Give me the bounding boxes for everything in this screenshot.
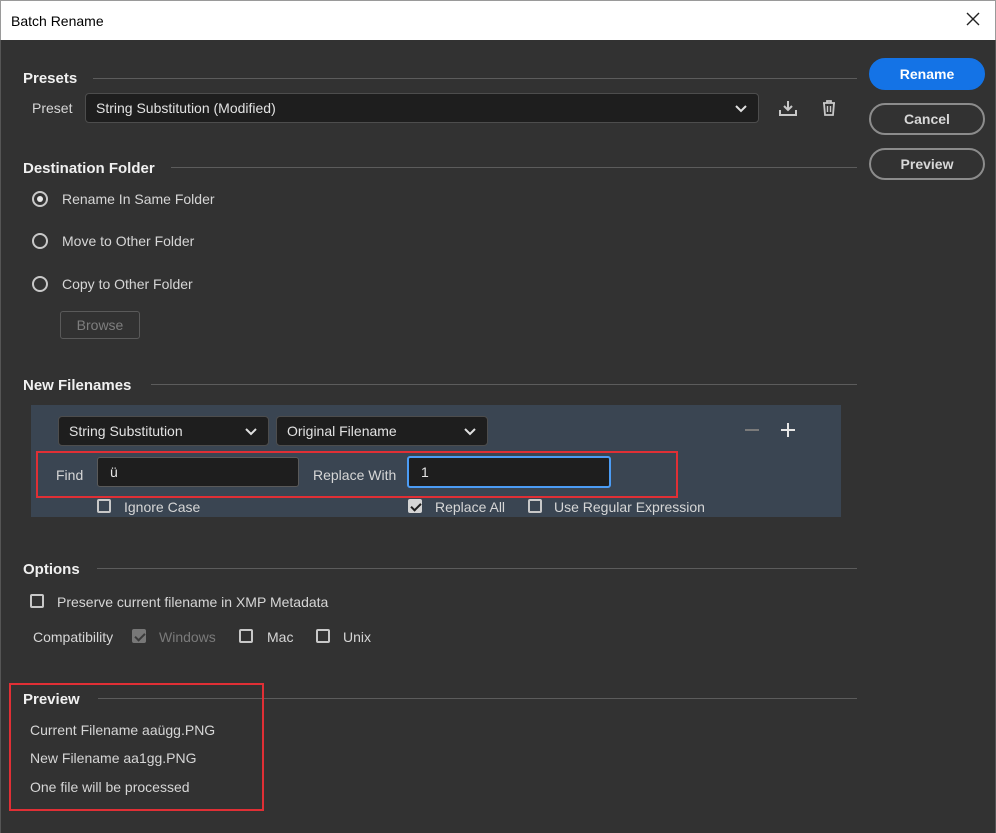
chevron-down-icon bbox=[735, 105, 747, 113]
windows-label: Windows bbox=[159, 629, 216, 645]
regex-label: Use Regular Expression bbox=[554, 499, 705, 515]
preset-select-value: String Substitution (Modified) bbox=[96, 100, 276, 116]
preset-label: Preset bbox=[32, 100, 73, 116]
radio-copy-other-folder[interactable] bbox=[32, 276, 48, 292]
replace-all-label: Replace All bbox=[435, 499, 506, 515]
source-select[interactable]: Original Filename bbox=[276, 416, 488, 446]
ignore-case-label: Ignore Case bbox=[124, 499, 201, 515]
chevron-down-icon bbox=[464, 428, 476, 436]
dialog-body: Rename Cancel Preview Presets Preset Str… bbox=[0, 40, 996, 833]
chevron-down-icon bbox=[245, 428, 257, 436]
presets-heading: Presets bbox=[23, 70, 78, 87]
browse-button[interactable]: Browse bbox=[60, 311, 140, 339]
radio-move-other-folder[interactable] bbox=[32, 233, 48, 249]
source-value: Original Filename bbox=[287, 423, 397, 439]
save-preset-icon[interactable] bbox=[778, 98, 798, 118]
rename-type-select[interactable]: String Substitution bbox=[58, 416, 269, 446]
find-replace-highlight bbox=[36, 451, 678, 498]
cancel-button[interactable]: Cancel bbox=[869, 103, 985, 135]
unix-label: Unix bbox=[343, 629, 372, 645]
mac-label: Mac bbox=[267, 629, 294, 645]
mac-checkbox[interactable] bbox=[239, 629, 253, 643]
preset-select[interactable]: String Substitution (Modified) bbox=[85, 93, 759, 123]
windows-checkbox bbox=[132, 629, 146, 643]
rename-same-folder-label: Rename In Same Folder bbox=[62, 191, 215, 207]
new-filenames-heading: New Filenames bbox=[23, 377, 132, 394]
unix-checkbox[interactable] bbox=[316, 629, 330, 643]
plus-icon[interactable] bbox=[778, 420, 798, 440]
rename-button[interactable]: Rename bbox=[869, 58, 985, 90]
copy-other-folder-label: Copy to Other Folder bbox=[62, 276, 193, 292]
ignore-case-checkbox[interactable] bbox=[97, 499, 111, 513]
destination-heading: Destination Folder bbox=[23, 160, 155, 177]
close-icon[interactable] bbox=[965, 11, 981, 27]
preserve-filename-label: Preserve current filename in XMP Metadat… bbox=[57, 594, 329, 610]
regex-checkbox[interactable] bbox=[528, 499, 542, 513]
minus-icon[interactable] bbox=[742, 420, 762, 440]
preview-button[interactable]: Preview bbox=[869, 148, 985, 180]
options-heading: Options bbox=[23, 561, 80, 578]
new-filenames-divider bbox=[151, 384, 857, 385]
preview-highlight bbox=[9, 683, 264, 811]
window-title: Batch Rename bbox=[11, 13, 104, 29]
trash-icon[interactable] bbox=[819, 98, 839, 118]
title-bar: Batch Rename bbox=[0, 0, 996, 40]
options-divider bbox=[97, 568, 857, 569]
preserve-filename-checkbox[interactable] bbox=[30, 594, 44, 608]
compatibility-label: Compatibility bbox=[33, 629, 114, 645]
rename-type-value: String Substitution bbox=[69, 423, 183, 439]
replace-all-checkbox[interactable] bbox=[408, 499, 422, 513]
presets-divider bbox=[93, 78, 857, 79]
destination-divider bbox=[171, 167, 857, 168]
radio-rename-same-folder[interactable] bbox=[32, 191, 48, 207]
move-other-folder-label: Move to Other Folder bbox=[62, 233, 195, 249]
